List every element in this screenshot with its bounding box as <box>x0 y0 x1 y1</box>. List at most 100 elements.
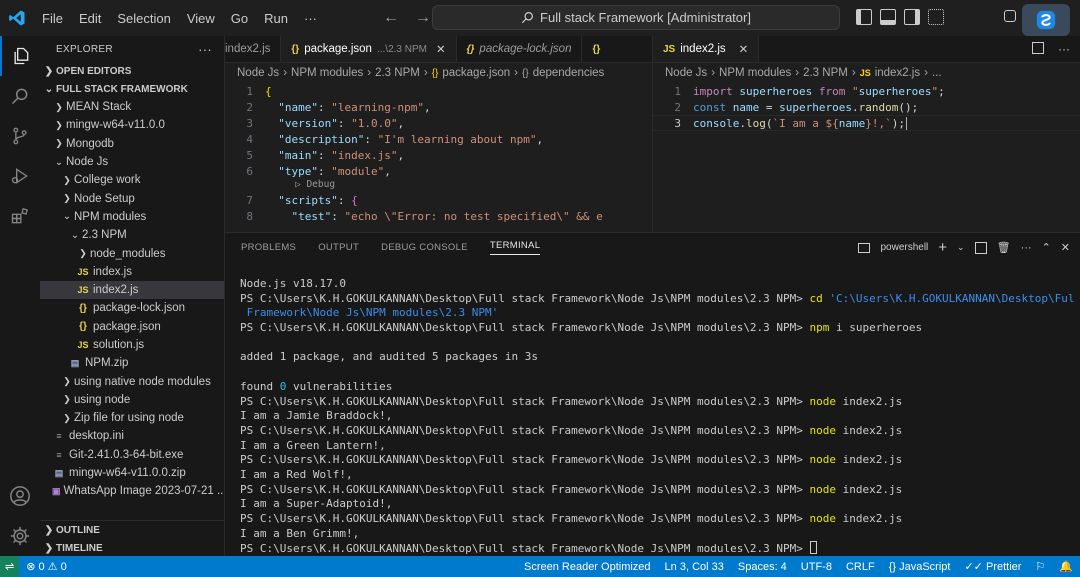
tree-item[interactable]: ▤ mingw-w64-v11.0.0.zip <box>40 464 224 482</box>
close-icon[interactable]: ✕ <box>1061 241 1070 254</box>
tree-item[interactable]: ❯ Mongodb <box>40 135 224 153</box>
tab-overflow[interactable]: {} <box>582 36 610 62</box>
tree-item[interactable]: {} package-lock.json <box>40 299 224 317</box>
toggle-panel-icon[interactable] <box>880 9 896 25</box>
customize-layout-icon[interactable] <box>928 9 944 25</box>
tree-item[interactable]: ▣ WhatsApp Image 2023-07-21 ... <box>40 482 224 500</box>
remote-indicator-icon[interactable]: ⇌ <box>0 556 20 577</box>
tree-item[interactable]: ❯ Zip file for using node <box>40 409 224 427</box>
toggle-secondary-sidebar-icon[interactable] <box>904 9 920 25</box>
tab-problems[interactable]: PROBLEMS <box>241 242 296 253</box>
trash-icon[interactable]: 🗑 <box>997 241 1011 254</box>
back-arrow-icon[interactable]: ← <box>380 9 402 27</box>
cursor-position[interactable]: Ln 3, Col 33 <box>658 561 731 573</box>
menu-selection[interactable]: Selection <box>109 0 178 36</box>
object-icon: {} <box>522 67 529 79</box>
more-actions-icon[interactable]: ··· <box>1058 42 1070 56</box>
line-number: 3 <box>246 116 253 130</box>
chevron-down-icon[interactable]: ⌄ <box>957 242 965 253</box>
tree-item[interactable]: ▤ NPM.zip <box>40 354 224 372</box>
tree-item[interactable]: ⌄ Node Js <box>40 153 224 171</box>
indentation-indicator[interactable]: Spaces: 4 <box>731 561 794 573</box>
tree-item[interactable]: ⌄ 2.3 NPM <box>40 226 224 244</box>
outline-label: OUTLINE <box>56 524 100 536</box>
search-icon[interactable] <box>0 76 40 116</box>
eol-indicator[interactable]: CRLF <box>839 561 882 573</box>
breadcrumb-item[interactable]: index2.js <box>875 67 920 79</box>
explorer-icon[interactable] <box>0 36 40 76</box>
tree-item[interactable]: JS solution.js <box>40 336 224 354</box>
split-terminal-icon[interactable] <box>974 241 987 254</box>
extensions-icon[interactable] <box>0 196 40 236</box>
screen-reader-indicator[interactable]: Screen Reader Optimized <box>517 561 658 573</box>
tree-item[interactable]: ❯ node_modules <box>40 244 224 262</box>
tree-item[interactable]: JS index.js <box>40 263 224 281</box>
timeline-section[interactable]: ❯ TIMELINE <box>40 539 225 557</box>
tab-terminal[interactable]: TERMINAL <box>489 240 541 255</box>
tab-debug-console[interactable]: DEBUG CONSOLE <box>381 242 468 253</box>
code-editor-left[interactable]: 1{2 "name": "learning-npm", 3 "version": … <box>225 83 652 224</box>
breadcrumb-item[interactable]: Node Js <box>665 67 707 79</box>
menu-go[interactable]: Go <box>223 0 256 36</box>
restore-window-icon[interactable] <box>1004 10 1016 22</box>
settings-gear-icon[interactable] <box>0 516 40 556</box>
forward-arrow-icon[interactable]: → <box>412 9 434 27</box>
breadcrumb-item[interactable]: dependencies <box>533 67 605 79</box>
tree-item[interactable]: ≡ desktop.ini <box>40 427 224 445</box>
problems-indicator[interactable]: ⊗ 0 ⚠ 0 <box>19 560 73 573</box>
tree-item[interactable]: ❯ MEAN Stack <box>40 98 224 116</box>
menu-edit[interactable]: Edit <box>71 0 109 36</box>
new-terminal-icon[interactable]: + <box>938 239 947 256</box>
breadcrumb-item[interactable]: ... <box>932 67 942 79</box>
close-icon[interactable]: ✕ <box>739 42 749 56</box>
breadcrumb-item[interactable]: NPM modules <box>291 67 363 79</box>
tree-item[interactable]: JS index2.js <box>40 280 224 300</box>
tree-item[interactable]: ⌄ NPM modules <box>40 208 224 226</box>
close-icon[interactable]: ✕ <box>436 42 446 56</box>
terminal-line: I am a Super-Adaptoid!, <box>240 497 393 511</box>
tab-package-json[interactable]: {} package.json ...\2.3 NPM ✕ <box>281 36 457 62</box>
run-debug-icon[interactable] <box>0 156 40 196</box>
menu-more[interactable]: ··· <box>296 0 325 36</box>
breadcrumb-item[interactable]: Node Js <box>237 67 279 79</box>
menu-file[interactable]: File <box>34 0 71 36</box>
maximize-panel-icon[interactable]: ⌃ <box>1042 241 1051 254</box>
tab-package-lock-json[interactable]: {} package-lock.json <box>457 36 583 62</box>
breadcrumb-item[interactable]: 2.3 NPM <box>803 67 848 79</box>
open-editors-section[interactable]: ❯ OPEN EDITORS <box>40 62 224 80</box>
file-tree: ❯ MEAN Stack ❯ mingw-w64-v11.0.0 ❯ Mongodb ⌄ No… <box>40 98 224 501</box>
debug-codelens[interactable]: ▷ Debug <box>225 179 652 192</box>
more-actions-icon[interactable]: ··· <box>1021 242 1032 254</box>
toggle-sidebar-icon[interactable] <box>856 9 872 25</box>
language-mode[interactable]: {} JavaScript <box>882 561 958 573</box>
command-center-search[interactable]: Full stack Framework [Administrator] <box>432 5 840 30</box>
tree-item[interactable]: {} package.json <box>40 318 224 336</box>
tree-item[interactable]: ≡ Git-2.41.0.3-64-bit.exe <box>40 446 224 464</box>
tree-item[interactable]: ❯ mingw-w64-v11.0.0 <box>40 116 224 134</box>
tab-index2-js[interactable]: JS index2.js ✕ <box>653 36 760 62</box>
menu-view[interactable]: View <box>179 0 223 36</box>
tree-item[interactable]: ❯ College work <box>40 171 224 189</box>
tree-item[interactable]: ❯ using native node modules <box>40 372 224 390</box>
split-editor-icon[interactable] <box>1032 42 1044 54</box>
menu-run[interactable]: Run <box>256 0 296 36</box>
code-editor-right[interactable]: 1 import superheroes from "superheroes"; 2… <box>653 83 1080 131</box>
breadcrumb-item[interactable]: NPM modules <box>719 67 791 79</box>
source-control-icon[interactable] <box>0 116 40 156</box>
prettier-indicator[interactable]: ✓✓ Prettier <box>957 560 1028 573</box>
feedback-icon[interactable]: ⚐ <box>1028 560 1052 573</box>
terminal-shell-label[interactable]: powershell <box>880 242 928 253</box>
breadcrumb-item[interactable]: 2.3 NPM <box>375 67 420 79</box>
notifications-bell-icon[interactable]: 🔔 <box>1052 560 1080 573</box>
more-actions-icon[interactable]: ··· <box>198 42 212 57</box>
tab-index2-js[interactable]: index2.js <box>225 36 282 62</box>
outline-section[interactable]: ❯ OUTLINE <box>40 521 225 539</box>
terminal-output[interactable]: Node.js v18.17.0 PS C:\Users\K.H.GOKULKA… <box>240 277 1075 556</box>
workspace-root-section[interactable]: ⌄ FULL STACK FRAMEWORK <box>40 80 224 98</box>
accounts-icon[interactable] <box>0 476 40 516</box>
encoding-indicator[interactable]: UTF-8 <box>794 561 839 573</box>
tab-output[interactable]: OUTPUT <box>318 242 359 253</box>
tree-item[interactable]: ❯ Node Setup <box>40 189 224 207</box>
breadcrumb-item[interactable]: package.json <box>442 67 510 79</box>
tree-item[interactable]: ❯ using node <box>40 391 224 409</box>
